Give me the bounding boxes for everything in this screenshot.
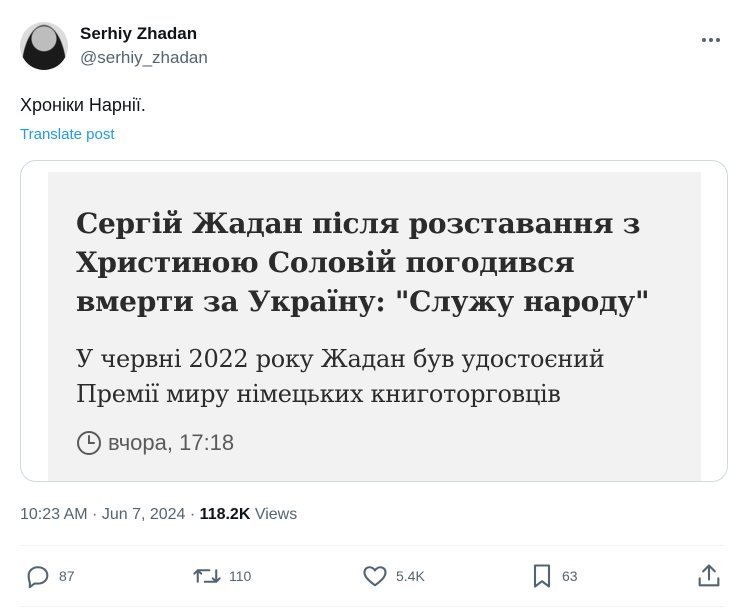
heart-icon <box>363 566 387 587</box>
meta-separator: · <box>87 506 102 523</box>
post-time[interactable]: 10:23 AM <box>20 506 88 523</box>
action-bar: 87 110 5.4K 63 <box>24 562 724 594</box>
post-header: Serhiy Zhadan @serhiy_zhadan <box>20 20 725 74</box>
meta-separator-2: · <box>185 506 200 523</box>
post-text: Хроніки Нарнії. <box>20 95 146 115</box>
avatar[interactable] <box>20 22 68 70</box>
post-date[interactable]: Jun 7, 2024 <box>102 506 186 523</box>
article-screenshot: Сергій Жадан після розставання з Христин… <box>48 172 701 481</box>
quoted-media-card[interactable]: Сергій Жадан після розставання з Христин… <box>20 160 728 482</box>
share-button[interactable] <box>696 562 722 590</box>
article-timestamp-row: вчора, 17:18 <box>76 430 234 456</box>
bookmark-count: 63 <box>562 568 578 584</box>
views-count: 118.2K <box>199 506 251 523</box>
author-display-name[interactable]: Serhiy Zhadan <box>80 24 208 44</box>
reply-button[interactable]: 87 <box>24 562 75 590</box>
retweet-icon <box>193 569 221 583</box>
post-meta: 10:23 AM · Jun 7, 2024 · 118.2K Views <box>20 504 297 526</box>
translate-post-link[interactable]: Translate post <box>20 125 115 145</box>
more-horizontal-icon <box>702 38 720 42</box>
bottom-divider <box>20 606 725 607</box>
article-timestamp: вчора, 17:18 <box>108 430 235 455</box>
article-subheadline: У червні 2022 року Жадан був удостоєний … <box>76 345 605 408</box>
article-headline: Сергій Жадан після розставання з Христин… <box>76 207 650 318</box>
divider <box>20 545 725 546</box>
like-count: 5.4K <box>396 568 425 584</box>
bookmark-button[interactable]: 63 <box>529 562 578 590</box>
bookmark-icon <box>533 564 551 588</box>
views-label: Views <box>254 506 298 523</box>
share-icon <box>698 564 720 587</box>
repost-button[interactable]: 110 <box>192 562 251 590</box>
author-names: Serhiy Zhadan @serhiy_zhadan <box>80 24 208 69</box>
repost-count: 110 <box>229 568 252 584</box>
more-options-button[interactable] <box>697 28 725 52</box>
clock-icon <box>77 431 101 455</box>
author-handle[interactable]: @serhiy_zhadan <box>80 47 208 69</box>
like-button[interactable]: 5.4K <box>361 562 425 590</box>
reply-icon <box>27 566 49 589</box>
reply-count: 87 <box>59 568 75 584</box>
